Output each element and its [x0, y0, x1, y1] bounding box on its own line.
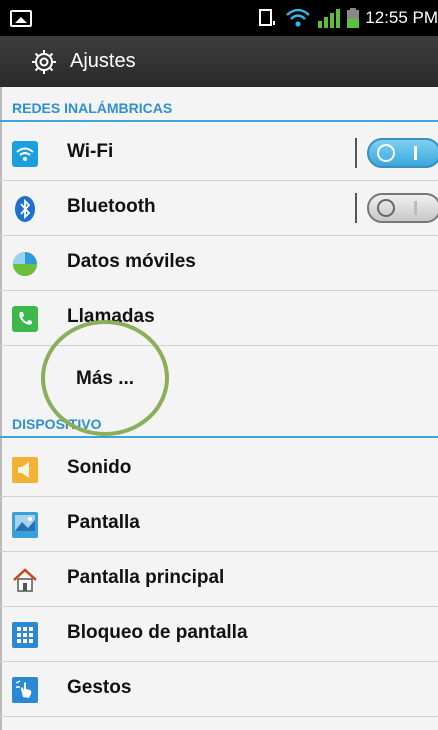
status-clock: 12:55 PM	[365, 8, 438, 27]
settings-item-label: Wi-Fi	[67, 141, 114, 162]
wifi-icon	[12, 141, 38, 167]
page-title: Ajustes	[70, 50, 136, 72]
settings-item-label: Bluetooth	[67, 196, 156, 217]
settings-item-label: Más ...	[76, 368, 135, 389]
home-icon	[13, 568, 37, 592]
display-icon	[12, 512, 38, 538]
toggle-on-mark	[414, 201, 417, 215]
settings-item-label: Gestos	[67, 677, 132, 698]
settings-item-label: Datos móviles	[67, 251, 196, 272]
status-icons: 12:55 PM	[257, 0, 438, 36]
settings-item-calls[interactable]: Llamadas	[0, 291, 438, 346]
phone-signal-icon	[259, 9, 276, 26]
settings-item-bluetooth[interactable]: Bluetooth	[0, 181, 438, 236]
divider	[355, 138, 357, 168]
settings-item-sound[interactable]: Sonido	[0, 442, 438, 497]
settings-item-display[interactable]: Pantalla	[0, 497, 438, 552]
settings-item-gestures[interactable]: Gestos	[0, 662, 438, 717]
battery-icon	[347, 8, 360, 28]
status-bar: 12:55 PM	[0, 0, 438, 36]
toggle-off-mark	[377, 199, 395, 217]
signal-bars-icon	[318, 9, 341, 28]
notification-icon	[10, 10, 32, 27]
settings-item-label: Llamadas	[67, 306, 155, 327]
bluetooth-toggle[interactable]	[367, 193, 438, 223]
wifi-icon	[286, 8, 311, 27]
phone-icon	[12, 306, 38, 332]
section-header-wireless: REDES INALÁMBRICAS	[0, 94, 438, 122]
wifi-toggle[interactable]	[367, 138, 438, 168]
settings-item-more[interactable]: Más ...	[0, 346, 438, 401]
speaker-icon	[12, 457, 38, 483]
mobile-data-icon	[13, 252, 37, 276]
lock-screen-icon	[12, 622, 38, 648]
settings-item-lock-screen[interactable]: Bloqueo de pantalla	[0, 607, 438, 662]
settings-item-wifi[interactable]: Wi-Fi	[0, 126, 438, 181]
toggle-off-mark	[377, 144, 395, 162]
settings-item-mobile-data[interactable]: Datos móviles	[0, 236, 438, 291]
section-header-device: DISPOSITIVO	[0, 410, 438, 438]
settings-item-label: Bloqueo de pantalla	[67, 622, 248, 643]
bluetooth-icon	[15, 196, 35, 222]
settings-item-home-screen[interactable]: Pantalla principal	[0, 552, 438, 607]
toggle-on-mark	[414, 146, 417, 160]
settings-item-label: Pantalla principal	[67, 567, 225, 588]
gear-icon	[32, 50, 56, 74]
action-bar: Ajustes	[0, 36, 438, 87]
settings-item-label: Pantalla	[67, 512, 140, 533]
divider	[355, 193, 357, 223]
gesture-icon	[12, 677, 38, 703]
settings-item-label: Sonido	[67, 457, 132, 478]
